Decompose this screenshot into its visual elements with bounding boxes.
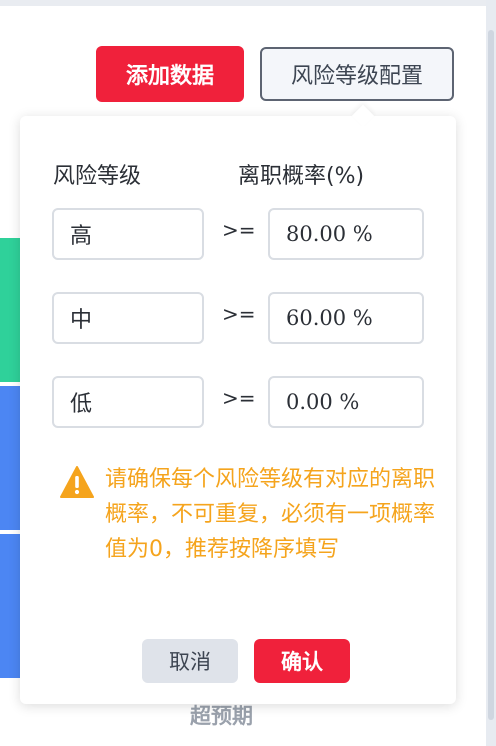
- footer-label: 超预期: [190, 704, 253, 728]
- category-bar-green: [0, 238, 20, 382]
- risk-level-field[interactable]: 中: [52, 292, 204, 344]
- scrollbar[interactable]: [486, 0, 496, 746]
- probability-field[interactable]: 80.00 %: [268, 208, 424, 260]
- probability-field[interactable]: 0.00 %: [268, 376, 424, 428]
- risk-config-popover: 风险等级 离职概率(%) 高 >= 80.00 % 中 >= 60.00 % 低…: [20, 104, 456, 704]
- probability-field[interactable]: 60.00 %: [268, 292, 424, 344]
- category-bar-blue: [0, 386, 20, 530]
- category-bar-blue: [0, 534, 20, 678]
- confirm-button[interactable]: 确认: [254, 639, 350, 683]
- warning-icon: [60, 466, 94, 498]
- risk-level-header: 风险等级: [53, 164, 142, 189]
- operator-label: >=: [222, 218, 256, 242]
- probability-header: 离职概率(%): [238, 164, 365, 189]
- operator-label: >=: [222, 302, 256, 326]
- header-bar: 添加数据 风险等级配置: [0, 6, 486, 116]
- operator-label: >=: [222, 386, 256, 410]
- warning-text: 请确保每个风险等级有对应的离职概率，不可重复，必须有一项概率值为0，推荐按降序填…: [105, 467, 436, 562]
- risk-level-field[interactable]: 高: [52, 208, 204, 260]
- scrollbar-thumb[interactable]: [488, 30, 494, 720]
- risk-level-config-button[interactable]: 风险等级配置: [260, 47, 454, 101]
- add-data-button[interactable]: 添加数据: [96, 46, 244, 102]
- risk-row-high: 高 >= 80.00 %: [52, 208, 424, 264]
- cancel-button[interactable]: 取消: [142, 639, 238, 683]
- risk-row-low: 低 >= 0.00 %: [52, 376, 424, 432]
- risk-row-medium: 中 >= 60.00 %: [52, 292, 424, 348]
- risk-level-field[interactable]: 低: [52, 376, 204, 428]
